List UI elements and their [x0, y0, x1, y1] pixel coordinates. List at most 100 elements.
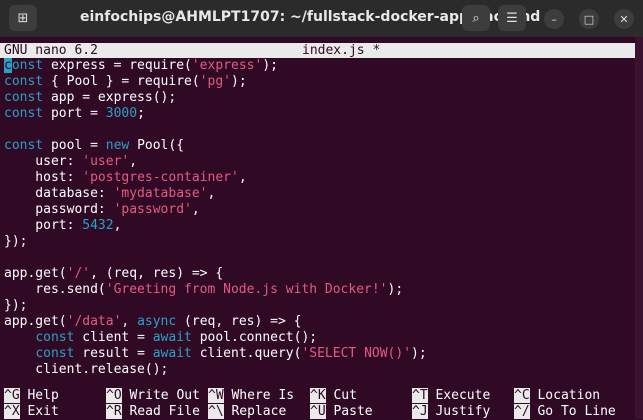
code-line: res.send('Greeting from Node.js with Doc… [4, 282, 427, 298]
code-token: }); [4, 234, 28, 249]
new-tab-icon[interactable]: ⊞ [9, 5, 37, 31]
shortcut-item: ^\ Replace [208, 404, 286, 420]
code-line: client.release(); [4, 362, 427, 378]
code-token: new [105, 138, 130, 153]
code-token: ); [262, 58, 278, 73]
code-token: 'Greeting from Node.js with Docker!' [105, 282, 388, 297]
code-line: database: 'mydatabase', [4, 186, 427, 202]
code-token: 'postgres-container' [82, 170, 239, 185]
code-line: app.get('/data', async (req, res) => { [4, 314, 427, 330]
shortcut-item: ^X Exit [4, 404, 59, 420]
shortcut-item: ^O Write Out [106, 388, 200, 404]
code-token: , [129, 154, 138, 169]
code-line: host: 'postgres-container', [4, 170, 427, 186]
shortcut-label: Help [19, 388, 59, 403]
code-token: database: [4, 186, 114, 201]
shortcut-key: ^T [412, 388, 428, 403]
code-line: password: 'password', [4, 202, 427, 218]
code-token: 3000 [105, 106, 138, 121]
code-token: port: [4, 218, 83, 233]
shortcut-item: ^U Paste [310, 404, 373, 420]
code-token: ); [387, 282, 404, 297]
code-line: const { Pool } = require('pg'); [4, 74, 427, 90]
code-token: client.query( [191, 346, 302, 361]
code-token: { Pool } = require( [43, 74, 200, 89]
shortcut-key: ^\ [208, 404, 224, 419]
code-editor[interactable]: const express = require('express'); const… [4, 58, 427, 378]
shortcut-label: Justify [427, 404, 491, 419]
code-token: client = [74, 330, 153, 345]
scrollbar[interactable] [635, 37, 643, 419]
shortcut-key: ^O [106, 388, 122, 403]
code-token: onst [11, 58, 44, 73]
shortcut-row-1: ^G Help ^O Write Out ^W Where Is ^K Cut ^T E… [4, 388, 634, 404]
code-line: }); [4, 234, 427, 250]
shortcut-key: ^W [208, 388, 224, 403]
shortcut-label: Where Is [223, 388, 295, 403]
nano-shortcuts: ^G Help ^O Write Out ^W Where Is ^K Cut ^T E… [4, 388, 634, 420]
code-token: ); [231, 74, 247, 89]
code-line: const app = express(); [4, 90, 427, 106]
code-line: user: 'user', [4, 154, 427, 170]
code-token: app.get( [4, 266, 67, 281]
code-token: 'password' [113, 202, 192, 217]
code-line: const express = require('express'); [4, 58, 427, 74]
code-token: , [191, 202, 200, 217]
shortcut-key: ^K [310, 388, 326, 403]
code-token: port = [43, 106, 106, 121]
shortcut-key: ^J [412, 404, 428, 419]
code-token: result = [74, 346, 153, 361]
shortcut-key: ^R [106, 404, 122, 419]
maximize-icon[interactable]: □ [579, 9, 599, 29]
code-token: 'pg' [199, 74, 231, 89]
close-icon[interactable]: ✕ [614, 9, 634, 29]
code-line: const port = 3000; [4, 106, 427, 122]
code-token: await [152, 346, 192, 361]
code-token: , [113, 218, 122, 233]
menu-icon[interactable]: ☰ [498, 5, 526, 31]
code-token: 'express' [191, 58, 263, 73]
shortcut-item: ^C Location [514, 388, 600, 404]
code-line: }); [4, 298, 427, 314]
code-token: user: [4, 154, 83, 169]
shortcut-label: Go To Line [529, 404, 616, 419]
code-line: app.get('/', (req, res) => { [4, 266, 427, 282]
code-token: res.send( [4, 282, 106, 297]
shortcut-label: Exit [19, 404, 59, 419]
shortcut-label: Write Out [121, 388, 200, 403]
shortcut-item: ^/ Go To Line [514, 404, 616, 420]
code-token: , [121, 314, 138, 329]
terminal-area[interactable]: GNU nano 6.2 index.js * const express = … [0, 37, 643, 419]
shortcut-label: Location [529, 388, 601, 403]
code-token: Pool({ [129, 138, 185, 153]
code-token: const [35, 330, 75, 345]
code-line: const result = await client.query('SELEC… [4, 346, 427, 362]
shortcut-item: ^R Read File [106, 404, 200, 420]
minimize-icon[interactable]: – [544, 9, 564, 29]
nano-version: GNU nano 6.2 [4, 43, 98, 58]
shortcut-key: ^X [4, 404, 20, 419]
code-line: port: 5432, [4, 218, 427, 234]
shortcut-key: ^/ [514, 404, 530, 419]
shortcut-label: Paste [325, 404, 373, 419]
code-token: , [238, 170, 247, 185]
code-token: 'user' [82, 154, 130, 169]
window-titlebar: ⊞ einfochips@AHMLPT1707: ~/fullstack-doc… [0, 0, 643, 37]
shortcut-label: Replace [223, 404, 287, 419]
nano-filename: index.js * [302, 43, 381, 58]
code-token: app.get( [4, 314, 67, 329]
code-token: '/' [66, 266, 91, 281]
code-token: ); [411, 346, 427, 361]
code-token: const [4, 138, 44, 153]
shortcut-item: ^G Help [4, 388, 59, 404]
code-token: const [4, 74, 44, 89]
shortcut-item: ^K Cut [310, 388, 357, 404]
search-icon[interactable]: ⌕ [462, 5, 490, 31]
code-token: , (req, res) => { [90, 266, 224, 281]
code-line: const client = await pool.connect(); [4, 330, 427, 346]
shortcut-key: ^U [310, 404, 326, 419]
code-token: (req, res) => { [176, 314, 302, 329]
code-token: ; [137, 106, 145, 121]
nano-header: GNU nano 6.2 index.js * [0, 43, 635, 58]
